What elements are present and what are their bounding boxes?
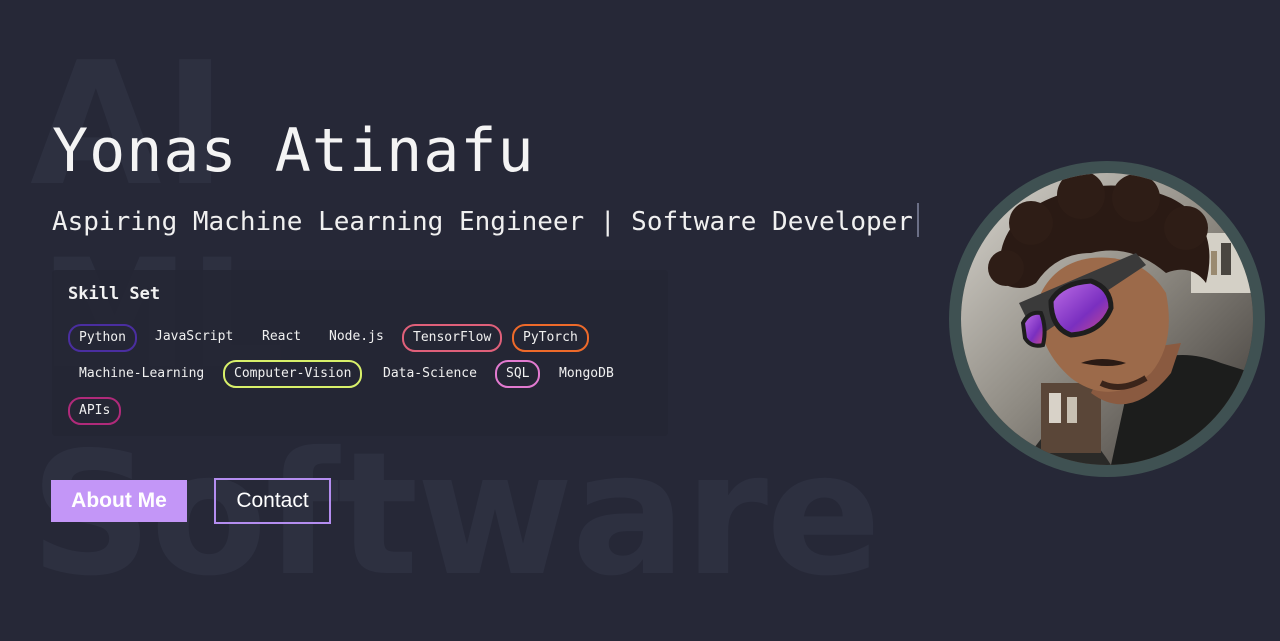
skill-chip-apis: APIs bbox=[68, 397, 122, 425]
skill-chip-machine-learning: Machine-Learning bbox=[79, 366, 205, 381]
profile-photo-illustration bbox=[961, 173, 1253, 465]
contact-button[interactable]: Contact bbox=[214, 478, 331, 524]
skill-chip-computer-vision: Computer-Vision bbox=[223, 360, 363, 388]
profile-photo-frame bbox=[949, 161, 1265, 477]
hero-section: AI ML Software Yonas Atinafu Aspiring Ma… bbox=[0, 0, 1280, 641]
skill-chip-nodejs: Node.js bbox=[329, 329, 384, 344]
skill-chip-javascript: JavaScript bbox=[155, 329, 234, 344]
typing-cursor bbox=[916, 203, 919, 237]
skill-chip-data-science: Data-Science bbox=[383, 366, 477, 381]
skills-panel: Skill Set Python JavaScript React Node.j… bbox=[52, 270, 668, 436]
skill-chip-sql: SQL bbox=[495, 360, 541, 388]
skill-chip-tensorflow: TensorFlow bbox=[402, 324, 503, 352]
skills-title: Skill Set bbox=[68, 284, 161, 304]
hero-subtitle: Aspiring Machine Learning Engineer | Sof… bbox=[52, 203, 919, 237]
hero-name: Yonas Atinafu bbox=[52, 116, 535, 186]
skill-chip-mongodb: MongoDB bbox=[559, 366, 614, 381]
profile-photo bbox=[961, 173, 1253, 465]
hero-subtitle-text: Aspiring Machine Learning Engineer | Sof… bbox=[52, 207, 913, 237]
skill-chip-pytorch: PyTorch bbox=[512, 324, 589, 352]
skill-chip-python: Python bbox=[68, 324, 137, 352]
about-me-button[interactable]: About Me bbox=[51, 480, 187, 522]
skill-chip-react: React bbox=[262, 329, 302, 344]
